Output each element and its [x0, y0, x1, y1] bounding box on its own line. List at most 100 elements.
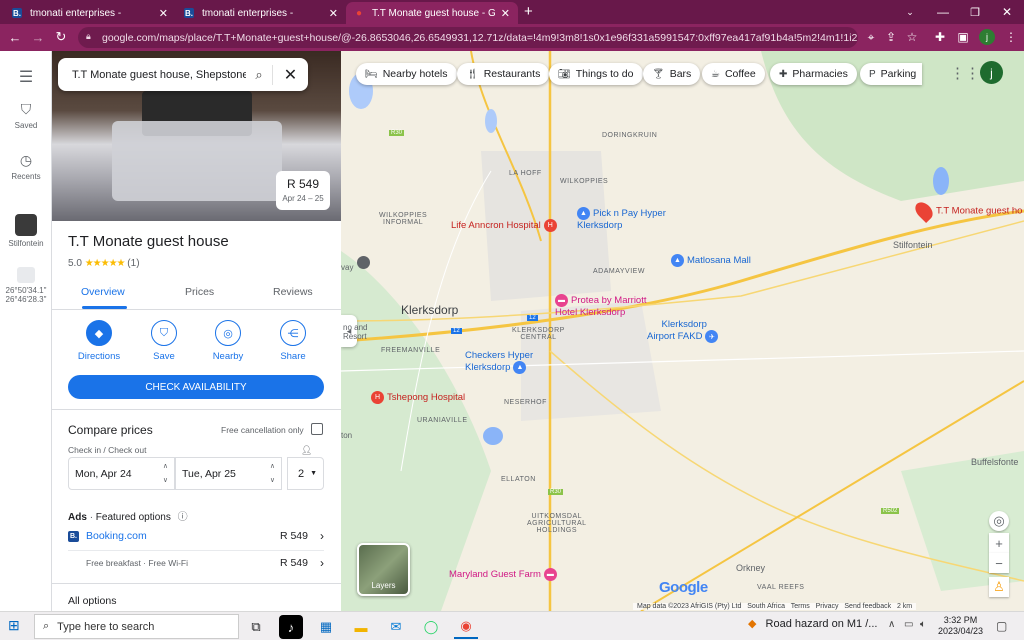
hamburger-menu-icon[interactable]: ☰ — [0, 67, 52, 87]
layers-button[interactable]: Layers — [357, 543, 410, 596]
new-tab-button[interactable]: + — [524, 3, 533, 20]
chip-coffee[interactable]: ☕︎ Coffee — [702, 63, 765, 85]
chip-things-to-do[interactable]: 📷︎ Things to do — [549, 63, 643, 85]
maximize-button[interactable]: ❐ — [958, 0, 992, 24]
poi-matlosana-mall[interactable]: ▲ Matlosana Mall — [671, 254, 751, 267]
recents-button[interactable]: ◷ Recents — [0, 152, 52, 181]
terms-link[interactable]: Terms — [791, 603, 810, 610]
recent-place-stilfontein[interactable]: Stilfontein — [0, 214, 52, 248]
chip-pharmacies[interactable]: ✚ Pharmacies — [770, 63, 857, 85]
chip-parking[interactable]: P Parking — [860, 63, 922, 85]
bookmark-icon: ⛉ — [151, 320, 177, 346]
recent-coordinates[interactable]: 26°50'34.1" 26°46'28.3" — [0, 267, 52, 304]
search-input[interactable]: T.T Monate guest house, Shepstone R — [72, 69, 246, 81]
check-availability-button[interactable]: CHECK AVAILABILITY — [68, 375, 324, 399]
close-icon[interactable]: ✕ — [501, 7, 510, 20]
share-icon[interactable]: ⇪ — [882, 28, 900, 46]
offer-row[interactable]: B. Booking.com R 549 › — [68, 529, 324, 543]
poi-checkers-hyper[interactable]: Checkers Hyper Klerksdorp ▲ — [465, 350, 533, 374]
price-badge[interactable]: R 549 Apr 24 – 25 — [276, 171, 330, 210]
region-link[interactable]: South Africa — [747, 603, 785, 610]
info-icon[interactable]: ⓘ — [178, 512, 188, 523]
poi-maryland-guest-farm[interactable]: Maryland Guest Farm ▬ — [449, 568, 560, 581]
poi-pick-n-pay[interactable]: ▲ Pick n Pay Hyper Klerksdorp — [577, 207, 666, 231]
share-button[interactable]: ⋲ Share — [263, 320, 323, 362]
chip-restaurants[interactable]: 🍴︎ Restaurants — [457, 63, 550, 85]
volume-icon[interactable]: 🔈︎ — [920, 619, 926, 630]
road-shield: R30 — [548, 489, 564, 495]
tab-reviews[interactable]: Reviews — [273, 286, 313, 298]
tray-chevron-icon[interactable]: ∧ — [888, 619, 895, 630]
location-icon[interactable]: ⌖ — [862, 28, 880, 46]
browser-tab-1[interactable]: B. tmonati enterprises - ✕ — [4, 2, 176, 24]
send-feedback-link[interactable]: Send feedback — [844, 603, 891, 610]
save-button[interactable]: ⛉ Save — [134, 320, 194, 362]
task-view-icon[interactable]: ⧉ — [244, 615, 268, 639]
tab-overview[interactable]: Overview — [81, 286, 125, 298]
url-bar[interactable]: 🔒︎ google.com/maps/place/T.T+Monate+gues… — [78, 27, 858, 48]
whatsapp-icon[interactable]: ◯ — [419, 615, 443, 639]
checkout-field[interactable]: Tue, Apr 25 ∧ ∨ — [175, 457, 282, 490]
poi-tt-monate-guest-house[interactable]: T.T Monate guest ho — [911, 198, 1022, 224]
browser-tab-2[interactable]: B. tmonati enterprises - ✕ — [176, 2, 346, 24]
checkin-field[interactable]: Mon, Apr 24 ∧ ∨ — [68, 457, 175, 490]
profile-avatar[interactable]: j — [979, 29, 995, 45]
zoom-in-button[interactable]: + — [989, 533, 1009, 553]
chip-nearby-hotels[interactable]: 🛏︎ Nearby hotels — [356, 63, 457, 85]
close-icon[interactable]: ✕ — [329, 7, 338, 20]
back-icon[interactable]: ← — [5, 27, 25, 47]
taskbar-search[interactable]: ⌕ Type here to search — [34, 614, 239, 639]
windows-start-icon[interactable]: ⊞ — [8, 617, 20, 634]
battery-icon[interactable]: ▭ — [904, 619, 913, 630]
directions-button[interactable]: ◆ Directions — [69, 320, 129, 362]
close-icon[interactable]: ✕ — [159, 7, 168, 20]
poi-klerksdorp-airport[interactable]: Klerksdorp Airport FAKD ✈ — [647, 319, 721, 343]
notifications-icon[interactable]: ▢ — [996, 619, 1007, 633]
side-panel-icon[interactable]: ▣ — [954, 28, 972, 46]
mail-icon[interactable]: ✉ — [384, 615, 408, 639]
offer-price: R 549 — [279, 557, 308, 569]
search-box[interactable]: T.T Monate guest house, Shepstone R ⌕ ✕ — [58, 58, 308, 91]
chip-bars[interactable]: 🍸︎ Bars — [643, 63, 701, 85]
fork-knife-icon: 🍴︎ — [466, 68, 479, 80]
minimize-button[interactable]: — — [926, 0, 960, 24]
poi-life-anncron-hospital[interactable]: Life Anncron Hospital H — [451, 219, 560, 232]
browser-tab-3[interactable]: ● T.T Monate guest house - Googl ✕ — [346, 2, 518, 24]
street-view-pegman-icon[interactable]: ♙ — [989, 577, 1009, 597]
offer-row[interactable]: Free breakfast · Free Wi-Fi R 549 › — [68, 556, 324, 570]
free-cancellation-checkbox[interactable] — [311, 423, 323, 435]
forward-icon[interactable]: → — [28, 27, 48, 47]
window-close-button[interactable]: ✕ — [990, 0, 1024, 24]
rating-row[interactable]: 5.0 ★★★★★ (1) — [68, 258, 140, 269]
saved-button[interactable]: ⛉ Saved — [0, 101, 52, 130]
poi-protea-hotel[interactable]: ▬ Protea by Marriott Hotel Klerksdorp — [555, 294, 647, 318]
tiktok-icon[interactable]: ♪ — [279, 615, 303, 639]
nearby-button[interactable]: ◎ Nearby — [198, 320, 258, 362]
tab-search-icon[interactable]: ⌄ — [893, 0, 927, 24]
guests-select[interactable]: 2 ▼ — [287, 457, 324, 490]
poi-tshepong-hospital[interactable]: H Tshepong Hospital — [371, 391, 465, 404]
reload-icon[interactable]: ↻ — [51, 27, 71, 47]
chrome-icon[interactable]: ◉ — [454, 615, 478, 639]
review-count[interactable]: (1) — [127, 258, 139, 269]
stepper-icon[interactable]: ∧ ∨ — [270, 460, 275, 488]
menu-icon[interactable]: ⋮ — [1002, 28, 1020, 46]
poi-marker-icon[interactable] — [357, 256, 370, 269]
extensions-icon[interactable]: ✚ — [931, 28, 949, 46]
privacy-link[interactable]: Privacy — [816, 603, 839, 610]
account-avatar[interactable]: j — [980, 61, 1003, 84]
close-icon[interactable]: ✕ — [272, 64, 308, 85]
bookmark-star-icon[interactable]: ☆ — [903, 28, 921, 46]
map-label: VAAL REEFS — [757, 584, 805, 591]
clock[interactable]: 3:32 PM 2023/04/23 — [938, 615, 983, 637]
file-explorer-icon[interactable]: ▬ — [349, 615, 373, 639]
my-location-icon[interactable]: ◎ — [989, 511, 1009, 531]
stepper-icon[interactable]: ∧ ∨ — [163, 460, 168, 488]
store-icon[interactable]: ▦ — [314, 615, 338, 639]
zoom-out-button[interactable]: − — [989, 553, 1009, 573]
news-widget[interactable]: ◆ Road hazard on M1 /... — [748, 617, 877, 630]
all-options-link[interactable]: All options — [68, 595, 116, 607]
search-icon[interactable]: ⌕ — [246, 67, 272, 83]
map-canvas[interactable]: 🛏︎ Nearby hotels 🍴︎ Restaurants 📷︎ Things t… — [341, 51, 1024, 611]
tab-prices[interactable]: Prices — [185, 286, 214, 298]
